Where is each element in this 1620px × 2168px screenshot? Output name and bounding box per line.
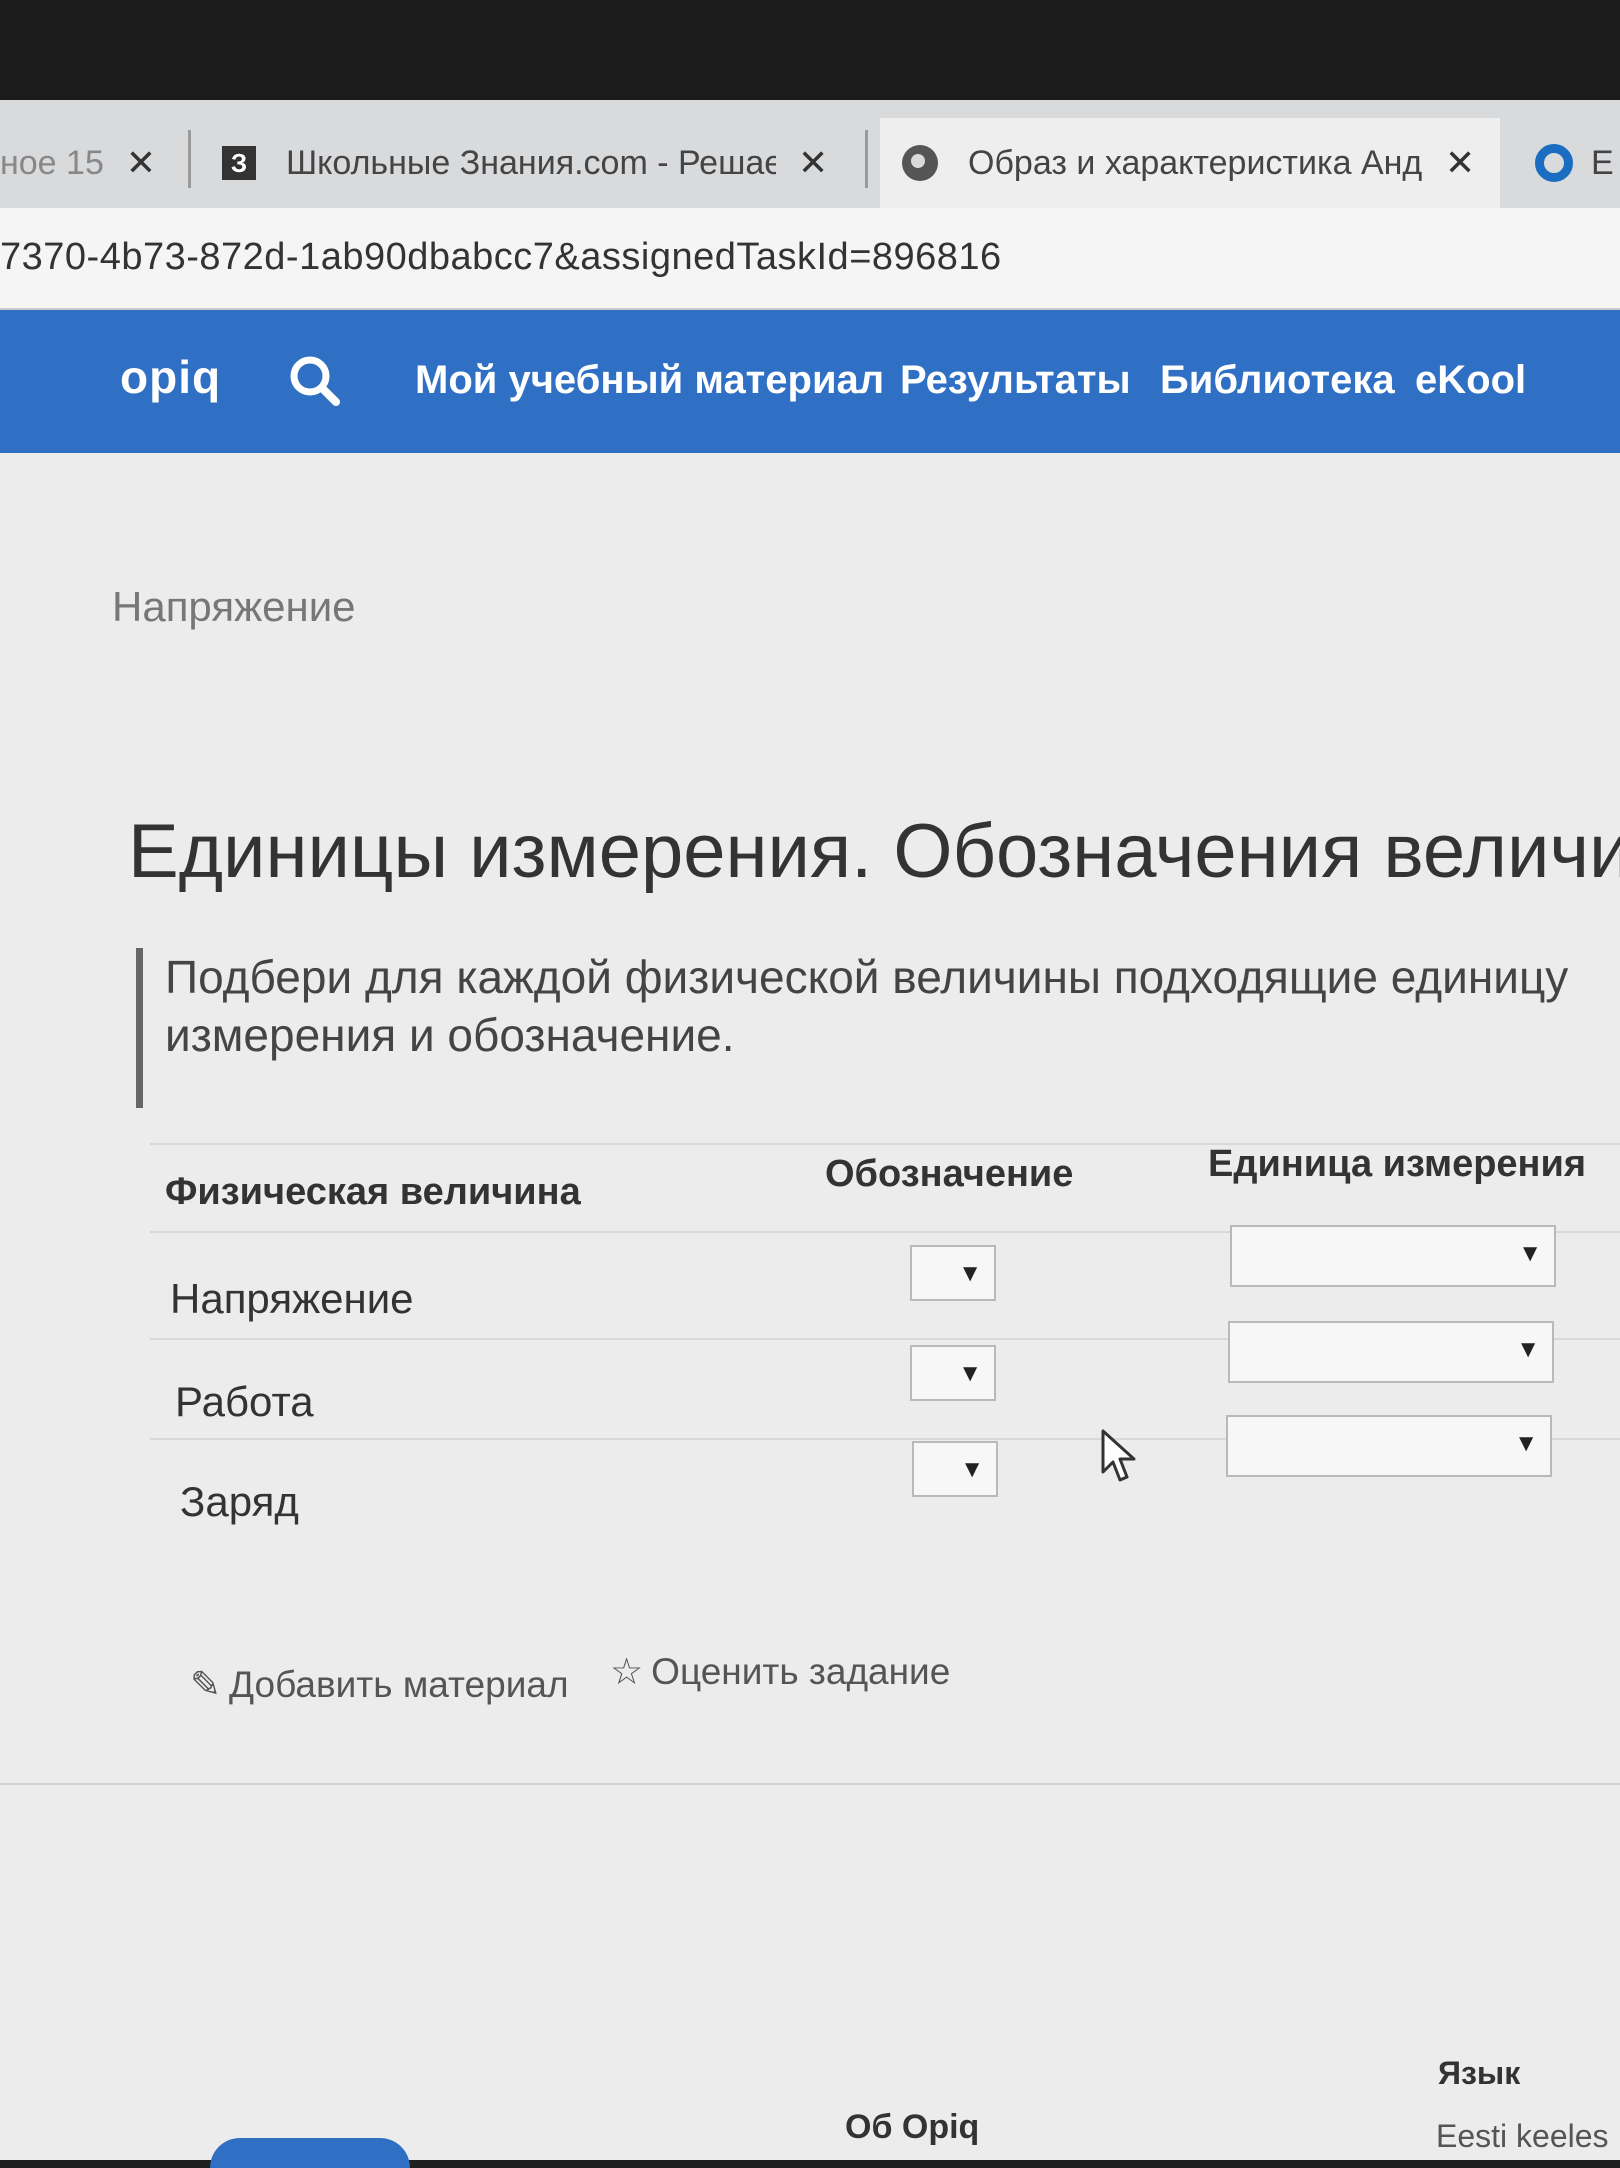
- close-icon[interactable]: ✕: [798, 142, 828, 184]
- row-label-voltage: Напряжение: [170, 1275, 414, 1322]
- footer-about-link[interactable]: Об Opiq: [845, 2108, 979, 2147]
- tab-title: Е: [1591, 143, 1614, 182]
- search-icon[interactable]: [288, 354, 340, 406]
- close-icon[interactable]: ✕: [1445, 142, 1475, 184]
- column-header-symbol: Обозначение: [825, 1153, 1074, 1195]
- chevron-down-icon: ▼: [960, 1456, 984, 1483]
- star-icon: ☆: [610, 1651, 644, 1692]
- symbol-select-work[interactable]: ▼: [910, 1345, 996, 1401]
- top-navigation: opiq Мой учебный материал Результаты Биб…: [0, 310, 1620, 453]
- nav-results[interactable]: Результаты: [900, 358, 1131, 403]
- symbol-select-charge[interactable]: ▼: [912, 1441, 998, 1497]
- add-material-label: Добавить материал: [229, 1663, 569, 1705]
- address-bar[interactable]: 7370-4b73-872d-1ab90dbabcc7&assignedTask…: [0, 208, 1620, 310]
- footer-divider: [0, 1783, 1620, 1785]
- nav-my-material[interactable]: Мой учебный материал: [415, 358, 884, 403]
- pencil-icon: ✎: [190, 1664, 222, 1705]
- breadcrumb[interactable]: Напряжение: [112, 583, 356, 631]
- tab-title: ное 15: [0, 143, 104, 182]
- unit-select-charge[interactable]: ▼: [1226, 1415, 1552, 1477]
- close-icon[interactable]: ✕: [126, 142, 156, 184]
- monitor-bezel: [0, 0, 1620, 100]
- znanija-favicon-icon: З: [222, 146, 256, 180]
- chevron-down-icon: ▼: [1518, 1240, 1542, 1267]
- chevron-down-icon: ▼: [958, 1260, 982, 1287]
- opiq-logo[interactable]: opiq: [120, 350, 221, 404]
- tab-title: Образ и характеристика Андри: [968, 143, 1423, 182]
- url-text[interactable]: 7370-4b73-872d-1ab90dbabcc7&assignedTask…: [0, 236, 1002, 279]
- main-content: Напряжение Единицы измерения. Обозначени…: [0, 453, 1620, 2168]
- rate-task-label: Оценить задание: [651, 1650, 951, 1692]
- nav-library[interactable]: Библиотека: [1160, 358, 1395, 403]
- symbol-select-voltage[interactable]: ▼: [910, 1245, 996, 1301]
- browser-tab-2[interactable]: З Школьные Знания.com - Решае ✕: [222, 118, 847, 208]
- rate-task-link[interactable]: ☆ Оценить задание: [610, 1650, 950, 1693]
- nav-ekool[interactable]: eKool: [1415, 358, 1526, 403]
- browser-tab-1[interactable]: ное 15 ✕: [0, 118, 180, 208]
- row-label-work: Работа: [175, 1378, 314, 1425]
- instruction-line: измерения и обозначение.: [165, 1009, 735, 1061]
- browser-tab-4[interactable]: Е: [1535, 118, 1620, 208]
- tab-separator: [188, 130, 191, 188]
- globe-icon: [902, 145, 938, 181]
- page-title: Единицы измерения. Обозначения величин: [128, 809, 1620, 894]
- tab-title: Школьные Знания.com - Решае: [286, 143, 776, 182]
- footer-opiq-logo: [210, 2138, 410, 2168]
- task-instruction: Подбери для каждой физической величины п…: [136, 948, 1620, 1108]
- mouse-cursor-icon: [1101, 1429, 1136, 1482]
- row-label-charge: Заряд: [180, 1478, 299, 1525]
- footer-language-link[interactable]: Eesti keeles: [1436, 2118, 1609, 2155]
- opiq-favicon-icon: [1535, 144, 1573, 182]
- footer-language-label: Язык: [1438, 2055, 1521, 2091]
- column-header-unit: Единица измерения: [1208, 1143, 1587, 1185]
- chevron-down-icon: ▼: [1514, 1430, 1538, 1457]
- browser-tab-3[interactable]: Образ и характеристика Андри ✕: [880, 118, 1500, 208]
- chevron-down-icon: ▼: [1516, 1336, 1540, 1363]
- tab-separator: [865, 130, 868, 188]
- browser-tab-strip: ное 15 ✕ З Школьные Знания.com - Решае ✕…: [0, 100, 1620, 208]
- instruction-line: Подбери для каждой физической величины п…: [165, 951, 1569, 1003]
- unit-select-work[interactable]: ▼: [1228, 1321, 1554, 1383]
- add-material-link[interactable]: ✎ Добавить материал: [190, 1663, 569, 1706]
- unit-select-voltage[interactable]: ▼: [1230, 1225, 1556, 1287]
- chevron-down-icon: ▼: [958, 1360, 982, 1387]
- column-header-quantity: Физическая величина: [165, 1171, 581, 1213]
